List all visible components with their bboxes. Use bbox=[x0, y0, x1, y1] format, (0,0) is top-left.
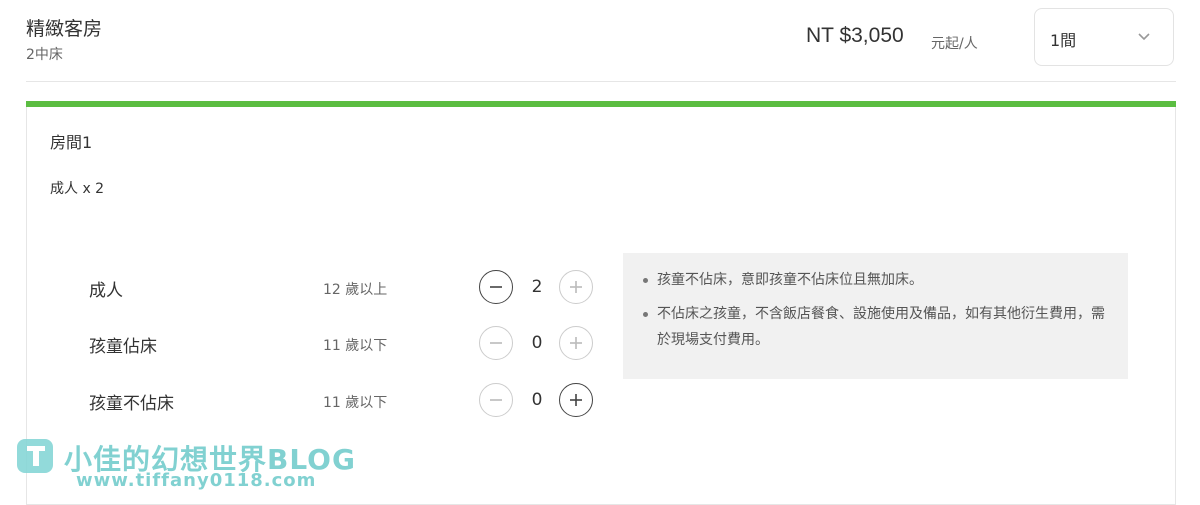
room-guest-summary: 成人 x 2 bbox=[50, 181, 105, 197]
plus-icon bbox=[570, 394, 582, 406]
guest-type-label: 孩童不佔床 bbox=[89, 394, 174, 414]
decrement-button[interactable] bbox=[479, 270, 513, 304]
guest-type-label: 成人 bbox=[89, 281, 123, 301]
guest-age-range: 12 歲以上 bbox=[323, 282, 388, 298]
minus-icon bbox=[490, 399, 502, 401]
header-divider bbox=[26, 81, 1176, 82]
guest-count: 0 bbox=[531, 333, 543, 353]
increment-button[interactable] bbox=[559, 326, 593, 360]
guest-row-adult: 成人 12 歲以上 2 bbox=[27, 267, 627, 307]
room-title: 房間1 bbox=[50, 133, 93, 152]
minus-icon bbox=[490, 342, 502, 344]
plus-icon bbox=[570, 337, 582, 349]
panel-accent-bar bbox=[26, 101, 1176, 107]
room-quantity-select[interactable]: 1間 bbox=[1034, 8, 1174, 66]
guest-row-child-no-bed: 孩童不佔床 11 歲以下 0 bbox=[27, 380, 627, 420]
chevron-down-icon bbox=[1138, 33, 1150, 41]
minus-icon bbox=[490, 286, 502, 288]
policy-note: 孩童不佔床，意即孩童不佔床位且無加床。 bbox=[641, 267, 1108, 293]
guest-type-label: 孩童佔床 bbox=[89, 337, 157, 357]
room-quantity-value: 1間 bbox=[1050, 31, 1077, 50]
watermark-logo-icon bbox=[17, 439, 53, 473]
decrement-button[interactable] bbox=[479, 383, 513, 417]
guest-count: 2 bbox=[531, 277, 543, 297]
plus-icon bbox=[570, 281, 582, 293]
increment-button[interactable] bbox=[559, 383, 593, 417]
guest-age-range: 11 歲以下 bbox=[323, 395, 388, 411]
price-unit: 元起/人 bbox=[931, 36, 978, 52]
room-price: NT $3,050 bbox=[806, 24, 904, 47]
guest-age-range: 11 歲以下 bbox=[323, 338, 388, 354]
guest-count: 0 bbox=[531, 390, 543, 410]
guest-row-child-with-bed: 孩童佔床 11 歲以下 0 bbox=[27, 323, 627, 363]
decrement-button[interactable] bbox=[479, 326, 513, 360]
room-name: 精緻客房 bbox=[26, 18, 103, 40]
policy-note: 不佔床之孩童，不含飯店餐食、設施使用及備品，如有其他衍生費用，需於現場支付費用。 bbox=[641, 301, 1108, 353]
room-header: 精緻客房 2中床 NT $3,050 元起/人 1間 bbox=[0, 0, 1200, 82]
child-policy-notes: 孩童不佔床，意即孩童不佔床位且無加床。 不佔床之孩童，不含飯店餐食、設施使用及備… bbox=[623, 253, 1128, 379]
room-bed-type: 2中床 bbox=[26, 47, 63, 63]
increment-button[interactable] bbox=[559, 270, 593, 304]
watermark-url: www.tiffany0118.com bbox=[76, 470, 317, 491]
